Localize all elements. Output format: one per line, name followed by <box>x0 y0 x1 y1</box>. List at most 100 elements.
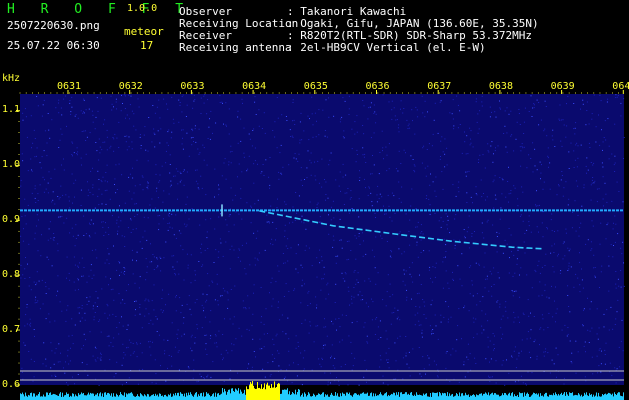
noise-speckle <box>475 318 477 320</box>
noise-speckle <box>461 253 463 255</box>
y-tick-label: 0.9 <box>2 214 21 226</box>
spectrum-bin <box>295 389 296 400</box>
spectrum-bin <box>478 395 479 400</box>
noise-speckle <box>608 255 610 257</box>
noise-speckle <box>218 216 220 218</box>
noise-speckle <box>511 251 512 253</box>
spectrum-bin <box>535 393 536 400</box>
noise-speckle <box>321 357 323 359</box>
noise-speckle <box>326 284 328 286</box>
noise-speckle <box>272 298 274 300</box>
noise-speckle <box>160 309 162 311</box>
noise-speckle <box>183 169 185 171</box>
noise-speckle <box>45 318 47 320</box>
noise-speckle <box>91 110 93 112</box>
noise-speckle <box>516 247 518 249</box>
spectrum-bin <box>275 387 276 400</box>
noise-speckle <box>547 157 549 159</box>
noise-speckle <box>464 141 466 143</box>
noise-speckle <box>307 115 309 117</box>
noise-speckle <box>184 223 186 225</box>
noise-speckle <box>277 265 279 267</box>
noise-speckle <box>142 368 144 370</box>
spectrum-bin <box>86 395 87 400</box>
noise-speckle <box>354 235 356 237</box>
noise-speckle <box>547 155 549 157</box>
spectrum-bin <box>487 394 488 400</box>
noise-speckle <box>576 166 578 168</box>
noise-speckle <box>573 286 575 288</box>
noise-speckle <box>230 145 232 147</box>
noise-speckle <box>171 365 173 367</box>
noise-speckle <box>55 348 57 350</box>
noise-speckle <box>318 109 320 111</box>
spectrum-bin <box>53 393 54 400</box>
noise-speckle <box>581 205 583 207</box>
noise-speckle <box>192 137 194 138</box>
noise-speckle <box>478 264 480 266</box>
noise-speckle <box>602 176 604 178</box>
noise-speckle <box>242 102 243 104</box>
noise-speckle <box>589 308 591 310</box>
noise-speckle <box>447 215 449 217</box>
noise-speckle <box>578 235 580 237</box>
noise-speckle <box>294 288 296 290</box>
noise-speckle <box>216 283 218 285</box>
spectrum-bin <box>483 393 484 400</box>
noise-speckle <box>524 107 526 109</box>
noise-speckle <box>579 261 581 263</box>
spectrum-bin <box>333 395 334 400</box>
noise-speckle <box>331 320 332 322</box>
noise-speckle <box>374 267 376 269</box>
noise-speckle <box>147 182 149 184</box>
noise-speckle <box>246 242 247 244</box>
spectrum-bin <box>64 395 65 400</box>
noise-speckle <box>546 227 548 228</box>
noise-speckle <box>297 272 299 274</box>
spectrum-bin <box>309 393 310 400</box>
noise-speckle <box>142 176 144 178</box>
spectrum-bin <box>239 393 240 400</box>
noise-speckle <box>325 99 327 101</box>
noise-speckle <box>190 254 192 256</box>
spectrum-bin <box>256 388 257 400</box>
spectrum-bin <box>252 381 253 400</box>
noise-speckle <box>54 374 56 376</box>
noise-speckle <box>99 319 101 321</box>
noise-speckle <box>373 104 375 106</box>
noise-speckle <box>146 271 148 273</box>
noise-speckle <box>71 173 73 175</box>
spectrum-bin <box>272 387 273 400</box>
noise-speckle <box>73 182 75 184</box>
noise-speckle <box>99 358 101 360</box>
noise-speckle <box>151 141 153 143</box>
noise-speckle <box>265 159 267 161</box>
spectrum-bin <box>609 393 610 400</box>
noise-speckle <box>512 291 514 293</box>
spectrum-bin <box>517 394 518 400</box>
noise-speckle <box>33 281 35 283</box>
spectrum-bin <box>434 392 435 400</box>
spectrum-bin <box>85 395 86 400</box>
x-tick-label: 0638 <box>488 81 513 92</box>
noise-speckle <box>467 343 469 345</box>
noise-speckle <box>288 364 290 366</box>
noise-speckle <box>354 357 356 359</box>
noise-speckle <box>563 187 565 189</box>
noise-speckle <box>312 136 314 138</box>
spectrum-bin <box>139 396 140 400</box>
noise-speckle <box>24 108 26 110</box>
spectrum-bin <box>526 393 527 400</box>
noise-speckle <box>73 281 75 283</box>
noise-speckle <box>600 100 602 102</box>
noise-speckle <box>577 351 579 353</box>
noise-speckle <box>193 141 194 142</box>
noise-speckle <box>31 147 32 149</box>
noise-speckle <box>121 364 123 366</box>
noise-speckle <box>432 281 434 283</box>
noise-speckle <box>241 98 243 100</box>
noise-speckle <box>382 147 384 149</box>
noise-speckle <box>169 172 171 174</box>
noise-speckle <box>198 128 200 130</box>
noise-speckle <box>245 308 247 310</box>
